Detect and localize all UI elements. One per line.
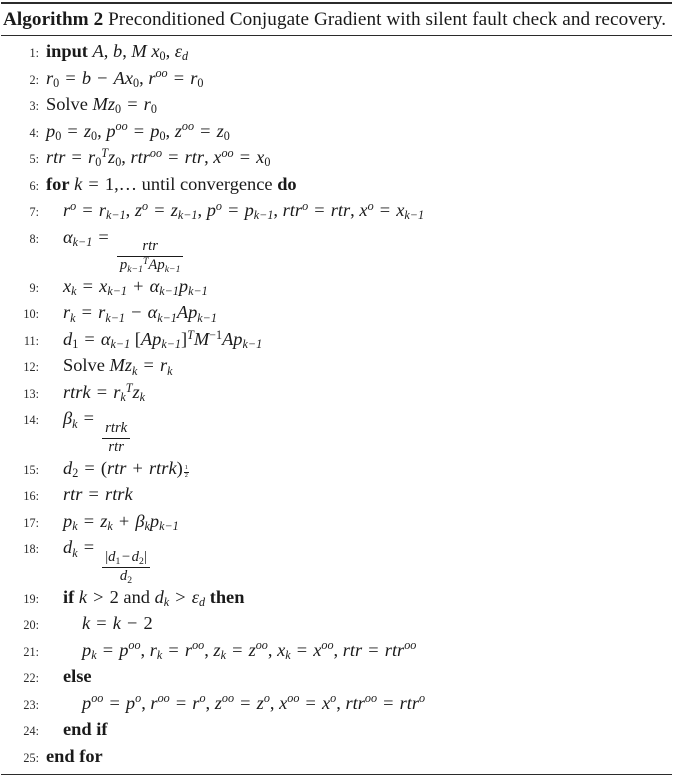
keyword-end-for: end for — [46, 745, 103, 766]
line-statement: for k = 1,… until convergence do — [46, 173, 297, 194]
line-number: 23 — [1, 693, 39, 718]
line-number: 15 — [1, 458, 39, 483]
line-number: 13 — [1, 382, 39, 407]
line-number: 16 — [1, 484, 39, 509]
line-number: 7 — [1, 200, 39, 225]
keyword-for: for — [46, 173, 70, 194]
line-number: 1 — [1, 41, 39, 66]
line-statement: βk = rtrk rtr — [56, 406, 132, 455]
algorithm-line: 11 d1 = αk−1 [Apk−1]TM−1Apk−1 — [1, 327, 672, 354]
line-statement: rk = rk−1 − αk−1Apk−1 — [63, 302, 217, 325]
line-statement: pk = poo, rk = roo, zk = zoo, xk = xoo, … — [82, 638, 417, 663]
keyword-if: if — [63, 586, 75, 607]
algorithm-line: 13 rtrk = rkTzk — [1, 380, 672, 407]
line-number: 3 — [1, 94, 39, 119]
line-number: 21 — [1, 640, 39, 665]
algorithm-line: 18 dk = |d1−d2|d2 — [1, 535, 672, 585]
algorithm-line: 17 pk = zk + βkpk−1 — [1, 509, 672, 536]
line-statement: d1 = αk−1 [Apk−1]TM−1Apk−1 — [63, 327, 263, 352]
fraction-beta: rtrk rtr — [102, 420, 131, 456]
algorithm-line: 21 pk = poo, rk = roo, zk = zoo, xk = xo… — [1, 638, 672, 665]
algorithm-line: 7 ro = rk−1, zo = zk−1, po = pk−1, rtro … — [1, 198, 672, 225]
line-number: 24 — [1, 719, 39, 744]
keyword-end-if: end if — [63, 719, 108, 740]
line-number: 10 — [1, 302, 39, 327]
line-statement: αk−1 = rtr pk−1TApk−1 — [56, 225, 185, 274]
algorithm-line: 10 rk = rk−1 − αk−1Apk−1 — [1, 300, 672, 327]
algorithm-line: 12 Solve Mzk = rk — [1, 353, 672, 380]
line-number: 12 — [1, 355, 39, 380]
line-statement: if k > 2 and dk > εd then — [63, 586, 245, 610]
line-statement: r0 = b − Ax0, roo = r0 — [46, 66, 204, 90]
line-number: 9 — [1, 276, 39, 301]
algorithm-line: 24 end if — [1, 717, 672, 744]
line-number: 5 — [1, 147, 39, 172]
algorithm-line: 3 Solve Mz0 = r0 — [1, 92, 672, 119]
algorithm-line: 14 βk = rtrkrtr — [1, 406, 672, 455]
line-statement: p0 = z0, poo = p0, zoo = z0 — [46, 119, 230, 143]
keyword-and: and — [123, 586, 150, 607]
line-statement: input A, b, M x0, εd — [46, 41, 189, 64]
line-number: 17 — [1, 511, 39, 536]
line-statement: end if — [56, 717, 107, 742]
line-number: 22 — [1, 666, 39, 691]
line-number: 6 — [1, 174, 39, 199]
algorithm-line: 25 end for — [1, 744, 672, 771]
algorithm-line: 4 p0 = z0, poo = p0, zoo = z0 — [1, 119, 672, 146]
fraction-alpha: rtr pk−1TApk−1 — [116, 238, 184, 274]
line-statement: poo = po, roo = ro, zoo = zo, xoo = xo, … — [82, 691, 426, 713]
keyword-do: do — [277, 173, 297, 194]
algorithm-caption-label: Algorithm 2 — [3, 9, 104, 30]
line-statement: Solve Mz0 = r0 — [46, 94, 157, 117]
text-until-convergence: until convergence — [141, 173, 273, 194]
line-number: 8 — [1, 227, 39, 252]
algorithm-line: 20 k = k − 2 — [1, 611, 672, 638]
algorithm-block: Algorithm 2 Preconditioned Conjugate Gra… — [0, 2, 685, 775]
algorithm-line: 1 input A, b, M x0, εd — [1, 39, 672, 66]
keyword-solve: Solve — [46, 94, 88, 114]
algorithm-caption-text: Preconditioned Conjugate Gradient with s… — [108, 9, 667, 30]
line-statement: dk = |d1− d2| d2 — [56, 535, 152, 585]
line-number: 18 — [1, 537, 39, 562]
algorithm-line: 6 for k = 1,… until convergence do — [1, 172, 672, 199]
algorithm-line: 23 poo = po, roo = ro, zoo = zo, xoo = x… — [1, 691, 672, 718]
algorithm-line: 2 r0 = b − Ax0, roo = r0 — [1, 66, 672, 93]
line-number: 4 — [1, 121, 39, 146]
keyword-else: else — [63, 666, 92, 687]
algorithm-line: 8 αk−1 = rtrpk−1TApk−1 — [1, 225, 672, 274]
line-statement: d2 = (rtr + rtrk) 1 2 — [63, 457, 189, 481]
algorithm-line: 15 d2 = (rtr + rtrk)12 — [1, 456, 672, 483]
algorithm-line: 5 rtr = r0Tz0, rtroo = rtr, xoo = x0 — [1, 145, 672, 172]
line-statement: rtr = rtrk — [63, 484, 133, 505]
line-statement: rtrk = rkTzk — [63, 380, 146, 405]
line-statement: Solve Mzk = rk — [63, 355, 173, 378]
line-number: 2 — [1, 68, 39, 93]
line-number: 19 — [1, 587, 39, 612]
algorithm-body: 1 input A, b, M x0, εd 2 r0 = b − Ax0, r… — [1, 36, 672, 774]
line-number: 25 — [1, 746, 39, 771]
line-statement: ro = rk−1, zo = zk−1, po = pk−1, rtro = … — [63, 198, 425, 223]
line-number: 11 — [1, 329, 39, 354]
line-statement: k = k − 2 — [82, 613, 153, 634]
line-statement: end for — [39, 744, 103, 769]
algorithm-line: 19 if k > 2 and dk > εd then — [1, 585, 672, 612]
line-statement: pk = zk + βkpk−1 — [63, 510, 179, 534]
fraction-one-half: 12 — [183, 464, 189, 480]
line-statement: else — [56, 664, 92, 689]
algorithm-line: 9 xk = xk−1 + αk−1pk−1 — [1, 274, 672, 301]
algorithm-caption: Algorithm 2 Preconditioned Conjugate Gra… — [1, 4, 672, 35]
keyword-solve: Solve — [63, 355, 105, 376]
line-statement: xk = xk−1 + αk−1pk−1 — [63, 275, 208, 299]
line-number: 20 — [1, 613, 39, 638]
keyword-then: then — [209, 586, 245, 607]
keyword-input: input — [46, 41, 88, 61]
algorithm-line: 16 rtr = rtrk — [1, 482, 672, 509]
algorithm-line: 22 else — [1, 664, 672, 691]
line-number: 14 — [1, 408, 39, 433]
line-statement: rtr = r0Tz0, rtroo = rtr, xoo = x0 — [46, 145, 271, 170]
fraction-dk: |d1− d2| d2 — [102, 549, 150, 585]
